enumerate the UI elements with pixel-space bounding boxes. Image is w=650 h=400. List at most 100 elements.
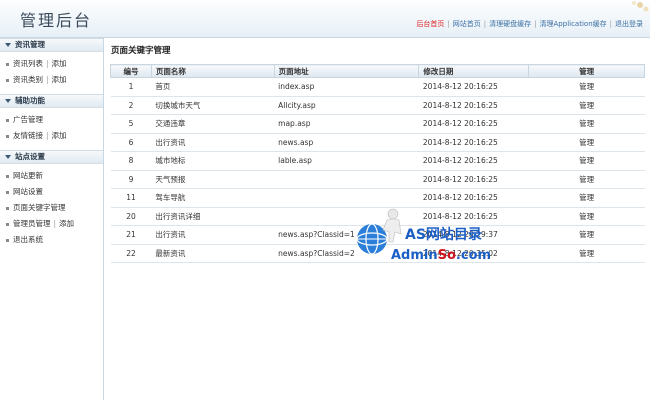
cell-modified-date: 2014-8-12 20:16:25 [418, 114, 529, 134]
collapse-triangle-icon [5, 43, 11, 47]
nav-admin-home[interactable]: 后台首页 [413, 19, 447, 29]
sidebar-item-site-settings: 网站设置 [0, 184, 103, 200]
bullet-icon [6, 206, 9, 210]
nav-clear-app-cache[interactable]: 清理Application缓存 [537, 19, 610, 29]
cell-manage-link[interactable]: 管理 [528, 225, 645, 245]
collapse-triangle-icon [5, 99, 11, 103]
cell-id: 21 [110, 225, 152, 245]
col-modified-date: 修改日期 [418, 64, 530, 78]
sidebar-link[interactable]: 网站设置 [13, 184, 43, 200]
nav-site-home[interactable]: 网站首页 [450, 19, 484, 29]
sidebar-add-link[interactable]: 添加 [59, 216, 74, 232]
cell-page-url [274, 188, 419, 208]
cell-page-name: 出行资讯 [151, 225, 275, 245]
cell-page-name: 交通违章 [151, 114, 275, 134]
sidebar-link[interactable]: 管理员管理 [13, 216, 51, 232]
bullet-icon [6, 134, 9, 138]
sidebar-link[interactable]: 资讯类别 [13, 72, 43, 88]
sidebar-add-link[interactable]: 添加 [52, 56, 67, 72]
sidebar-section-news[interactable]: 资讯管理 [0, 38, 103, 52]
cell-page-url: news.asp [274, 133, 419, 152]
cell-manage-link[interactable]: 管理 [528, 114, 645, 134]
cell-page-name: 首页 [151, 77, 275, 97]
sidebar-section-aux[interactable]: 辅助功能 [0, 94, 103, 108]
bullet-icon [6, 62, 9, 66]
cell-page-url: Allcity.asp [274, 96, 419, 115]
sidebar-link[interactable]: 友情链接 [13, 128, 43, 144]
top-nav: 后台首页 | 网站首页 | 清理硬盘缓存 | 清理Application缓存 | 退出登… [413, 19, 646, 29]
cell-id: 2 [110, 96, 152, 115]
cell-modified-date: 2014-8-12 20:16:25 [418, 77, 529, 97]
main-content: 页面关键字管理 编号 页面名称 页面地址 修改日期 管理 1 首页 index.as… [105, 38, 650, 400]
watermark-title: AS网站目录 [405, 227, 482, 243]
col-manage: 管理 [528, 64, 645, 78]
cell-modified-date: 2014-8-12 20:16:25 [418, 188, 529, 208]
cell-page-url: index.asp [274, 77, 419, 97]
section-title: 站点设置 [15, 152, 45, 161]
nav-logout[interactable]: 退出登录 [612, 19, 646, 29]
bullet-icon [6, 222, 9, 226]
sidebar-link[interactable]: 资讯列表 [13, 56, 43, 72]
cell-modified-date: 2014-8-12 20:16:25 [418, 133, 529, 152]
cell-modified-date: 2014-8-12 20:16:25 [418, 170, 529, 189]
cell-page-url: lable.asp [274, 151, 419, 171]
bullet-icon [6, 118, 9, 122]
sidebar-link[interactable]: 页面关键字管理 [13, 200, 66, 216]
cell-manage-link[interactable]: 管理 [528, 188, 645, 208]
header: 管理后台 后台首页 | 网站首页 | 清理硬盘缓存 | 清理Application缓存… [0, 0, 650, 38]
bullet-icon [6, 174, 9, 178]
sidebar-item-news-list: 资讯列表 | 添加 [0, 56, 103, 72]
col-page-url: 页面地址 [273, 64, 420, 78]
cell-id: 6 [110, 133, 152, 152]
sidebar-add-link[interactable]: 添加 [52, 128, 67, 144]
sidebar-item-admins: 管理员管理 | 添加 [0, 216, 103, 232]
section-title: 辅助功能 [15, 96, 45, 105]
nav-clear-disk-cache[interactable]: 清理硬盘缓存 [486, 19, 534, 29]
decorative-flower-icon [632, 1, 649, 12]
sidebar-item-ads: 广告管理 [0, 112, 103, 128]
cell-id: 8 [110, 151, 152, 171]
cell-manage-link[interactable]: 管理 [528, 77, 645, 97]
table-row: 1 首页 index.asp 2014-8-12 20:16:25 管理 [110, 77, 645, 97]
cell-manage-link[interactable]: 管理 [528, 151, 645, 171]
section-title: 资讯管理 [15, 40, 45, 49]
cell-manage-link[interactable]: 管理 [528, 244, 645, 263]
cell-page-name: 驾车导航 [151, 188, 275, 208]
watermark-domain-part: So [437, 248, 456, 263]
separator: | [46, 59, 49, 68]
cell-manage-link[interactable]: 管理 [528, 207, 645, 226]
col-page-name: 页面名称 [150, 64, 275, 78]
sidebar-section-site[interactable]: 站点设置 [0, 150, 103, 164]
cell-page-name: 最新资讯 [151, 244, 275, 263]
cell-manage-link[interactable]: 管理 [528, 170, 645, 189]
cell-id: 22 [110, 244, 152, 263]
cell-id: 1 [110, 77, 152, 97]
cell-id: 5 [110, 114, 152, 134]
sidebar-add-link[interactable]: 添加 [52, 72, 67, 88]
sidebar-link[interactable]: 退出系统 [13, 232, 43, 248]
page-title: 页面关键字管理 [111, 46, 171, 56]
sidebar-link[interactable]: 网站更新 [13, 168, 43, 184]
cell-page-name: 天气预报 [151, 170, 275, 189]
sidebar: 资讯管理 资讯列表 | 添加 资讯类别 | 添加 辅助功能 广告管理 友情链接 | 添加 站… [0, 38, 104, 400]
cell-manage-link[interactable]: 管理 [528, 133, 645, 152]
sidebar-item-site-update: 网站更新 [0, 168, 103, 184]
cell-page-name: 切换城市天气 [151, 96, 275, 115]
cell-id: 9 [110, 170, 152, 189]
sidebar-item-exit: 退出系统 [0, 232, 103, 248]
watermark-logo: AS网站目录 AdminSo.com [355, 208, 515, 268]
cell-modified-date: 2014-8-12 20:16:25 [418, 96, 529, 115]
collapse-triangle-icon [5, 155, 11, 159]
cell-page-url: map.asp [274, 114, 419, 134]
cell-id: 11 [110, 188, 152, 208]
sidebar-link[interactable]: 广告管理 [13, 112, 43, 128]
cell-id: 20 [110, 207, 152, 226]
cell-manage-link[interactable]: 管理 [528, 96, 645, 115]
sidebar-item-keywords: 页面关键字管理 [0, 200, 103, 216]
watermark-domain: AdminSo.com [391, 248, 491, 263]
watermark-domain-part: .com [455, 248, 492, 263]
separator: | [53, 219, 57, 228]
table-row: 2 切换城市天气 Allcity.asp 2014-8-12 20:16:25 管理 [110, 96, 645, 115]
table-row: 8 城市地标 lable.asp 2014-8-12 20:16:25 管理 [110, 151, 645, 171]
cell-page-name: 出行资讯详细 [151, 207, 275, 226]
